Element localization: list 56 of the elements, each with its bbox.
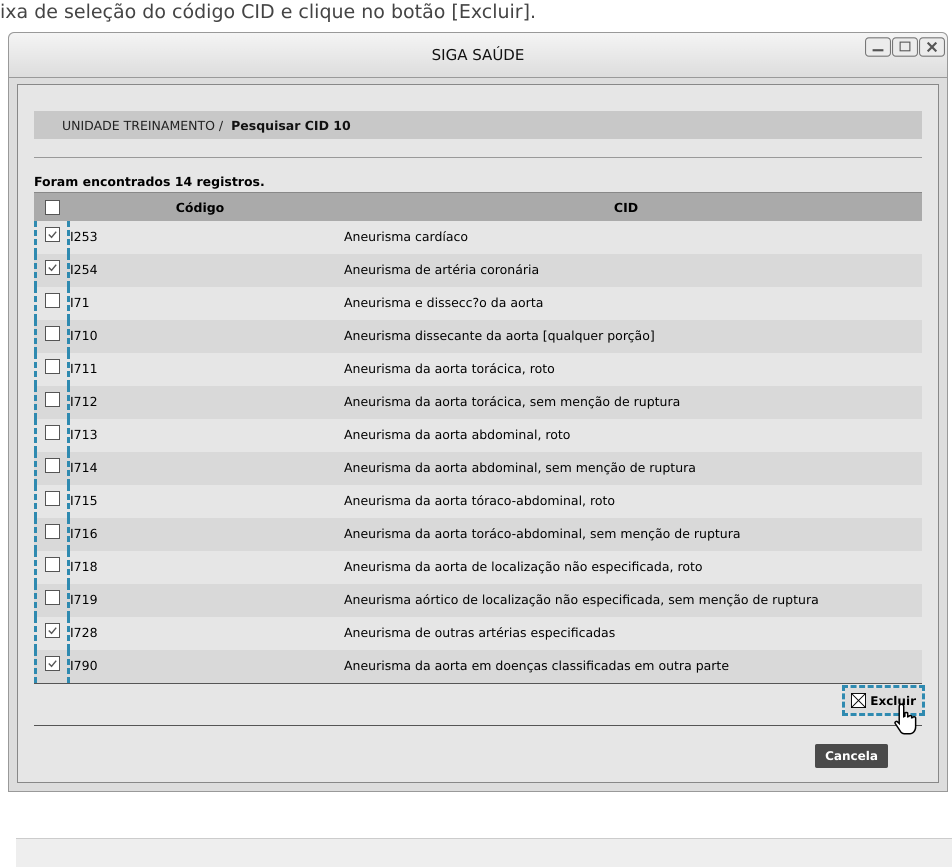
row-checkbox[interactable] xyxy=(44,392,60,407)
code-cell: I711 xyxy=(70,361,98,376)
minimize-icon[interactable] xyxy=(865,37,891,57)
row-checkbox[interactable] xyxy=(44,524,60,539)
row-checkbox[interactable] xyxy=(44,293,60,308)
code-cell: I718 xyxy=(70,559,98,574)
row-checkbox[interactable] xyxy=(44,557,60,572)
close-icon[interactable] xyxy=(919,37,945,57)
cancel-button[interactable]: Cancela xyxy=(815,744,888,768)
row-checkbox[interactable] xyxy=(44,359,60,374)
code-cell: I719 xyxy=(70,592,98,607)
row-checkbox[interactable] xyxy=(44,326,60,341)
code-cell: I716 xyxy=(70,526,98,541)
row-checkbox[interactable] xyxy=(44,425,60,440)
code-cell: I715 xyxy=(70,493,98,508)
description-cell: Aneurisma da aorta abdominal, sem menção de ruptura xyxy=(344,460,696,475)
description-cell: Aneurisma e dissecc?o da aorta xyxy=(344,295,544,310)
row-checkbox[interactable] xyxy=(44,458,60,473)
row-checkbox[interactable] xyxy=(44,656,60,671)
description-cell: Aneurisma da aorta torácica, roto xyxy=(344,361,555,376)
page-title: Pesquisar CID 10 xyxy=(231,118,351,132)
breadcrumb-link[interactable]: UNIDADE TREINAMENTO / xyxy=(62,118,224,132)
description-cell: Aneurisma da aorta abdominal, roto xyxy=(344,427,570,442)
select-all-checkbox[interactable] xyxy=(44,200,60,214)
description-cell: Aneurisma da aorta em doenças classificadas em outra parte xyxy=(344,658,730,673)
row-checkbox[interactable] xyxy=(44,260,60,275)
description-cell: Aneurisma de artéria coronária xyxy=(344,262,540,277)
row-checkbox[interactable] xyxy=(44,491,60,506)
code-cell: I712 xyxy=(70,394,98,409)
description-cell: Aneurisma da aorta toráco-abdominal, sem menção de ruptura xyxy=(344,526,741,541)
description-cell: Aneurisma dissecante da aorta [qualquer porção] xyxy=(344,328,655,343)
description-cell: Aneurisma da aorta de localização não especificada, roto xyxy=(344,559,703,574)
row-checkbox[interactable] xyxy=(44,590,60,605)
column-header: Código xyxy=(176,200,224,214)
description-cell: Aneurisma aórtico de localização não especificada, sem menção de ruptura xyxy=(344,592,819,607)
instruction-text: ixa de seleção do código CID e clique no botão [Excluir]. xyxy=(0,0,538,24)
code-cell: I713 xyxy=(70,427,98,442)
description-cell: Aneurisma da aorta torácica, sem menção de ruptura xyxy=(344,394,680,409)
description-cell: Aneurisma da aorta tóraco-abdominal, roto xyxy=(344,493,616,508)
code-cell: I253 xyxy=(70,229,98,244)
code-cell: I728 xyxy=(70,625,98,640)
maximize-icon[interactable] xyxy=(892,37,918,57)
code-cell: I71 xyxy=(70,295,90,310)
row-checkbox[interactable] xyxy=(44,623,60,638)
code-cell: I254 xyxy=(70,262,98,277)
description-cell: Aneurisma de outras artérias especificadas xyxy=(344,625,616,640)
code-cell: I714 xyxy=(70,460,98,475)
row-checkbox[interactable] xyxy=(44,227,60,242)
delete-icon xyxy=(851,693,866,708)
code-cell: I710 xyxy=(70,328,98,343)
delete-button[interactable]: Excluir xyxy=(845,688,922,713)
code-cell: I790 xyxy=(70,658,98,673)
result-count: Foram encontrados 14 registros. xyxy=(34,174,266,191)
column-header: CID xyxy=(614,200,638,214)
window-title: SIGA SAÚDE xyxy=(432,46,524,64)
description-cell: Aneurisma cardíaco xyxy=(344,229,468,244)
